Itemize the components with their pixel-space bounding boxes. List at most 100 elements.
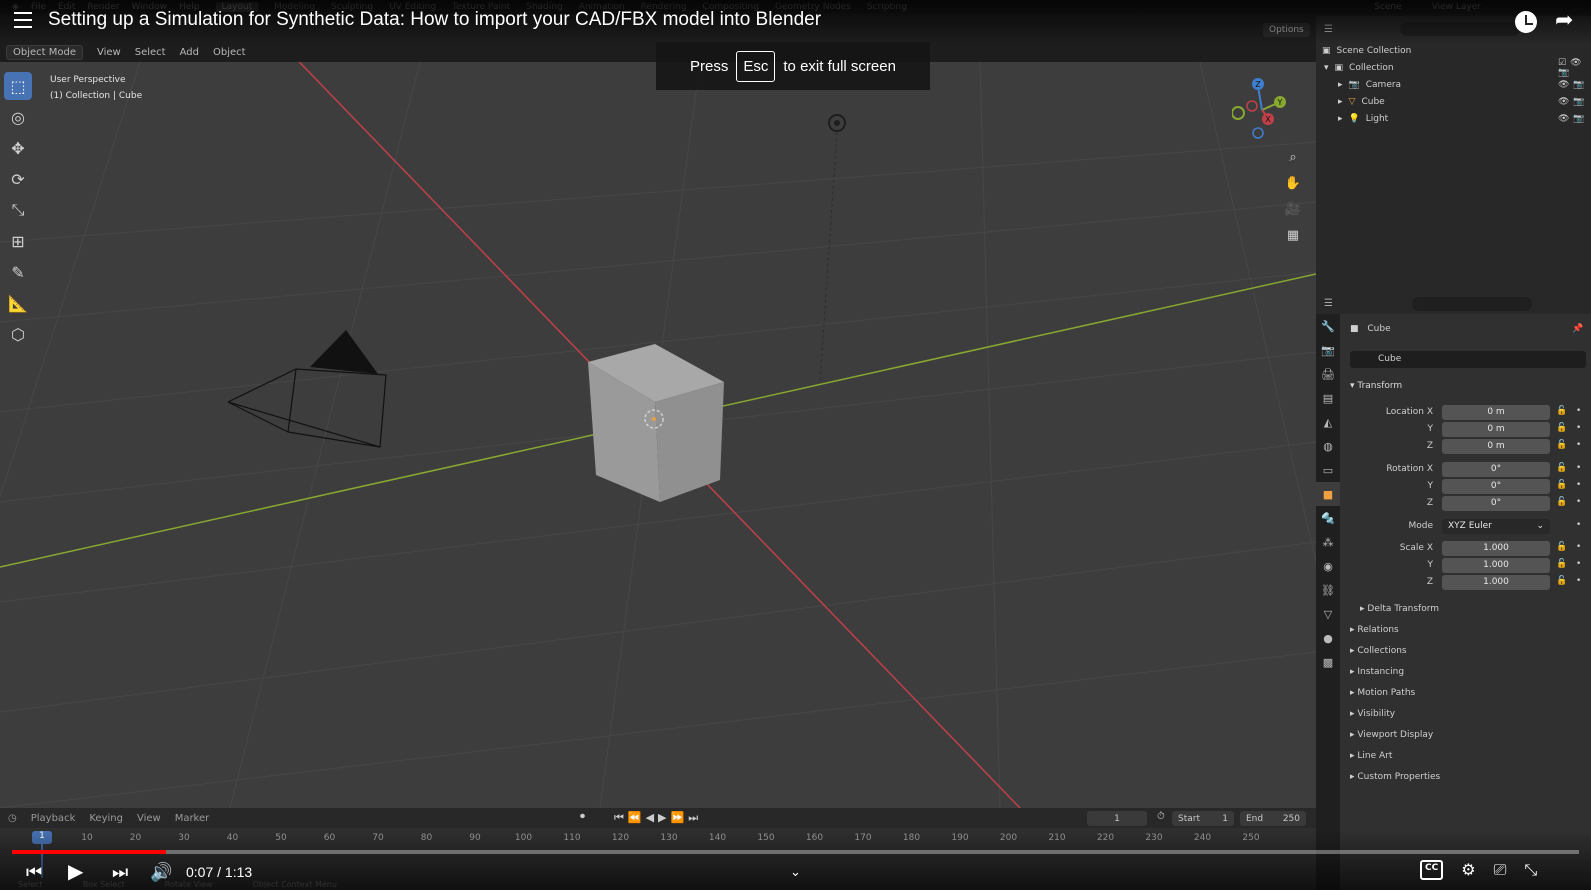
blender-logo-icon[interactable]: ◈ bbox=[12, 2, 19, 12]
keyframe-dot-icon[interactable]: • bbox=[1576, 497, 1581, 507]
properties-editor-type-icon[interactable]: ☰ bbox=[1324, 298, 1333, 309]
settings-gear-icon[interactable]: ⚙ bbox=[1461, 860, 1475, 880]
scene-tab-icon[interactable]: ◭ bbox=[1316, 410, 1340, 434]
rotation-z-field[interactable]: 0° bbox=[1442, 496, 1550, 511]
grid-toggle-icon[interactable]: ▦ bbox=[1284, 228, 1302, 246]
object-name-field[interactable]: Cube bbox=[1350, 351, 1586, 368]
lock-icon[interactable]: 🔓 bbox=[1556, 423, 1567, 433]
keyframe-dot-icon[interactable]: • bbox=[1576, 480, 1581, 490]
stopwatch-icon[interactable]: ⏱ bbox=[1157, 811, 1165, 822]
location-z-field[interactable]: 0 m bbox=[1442, 439, 1550, 454]
transform-panel-header[interactable]: ▾ Transform bbox=[1350, 381, 1402, 391]
viewport-display-panel[interactable]: ▸ Viewport Display bbox=[1350, 730, 1433, 740]
watch-later-clock-icon[interactable] bbox=[1515, 11, 1537, 33]
texture-tab-icon[interactable]: ▩ bbox=[1316, 650, 1340, 674]
end-frame-field[interactable]: End 250 bbox=[1240, 811, 1306, 826]
transform-tool-icon[interactable]: ⊞ bbox=[4, 227, 32, 255]
start-frame-field[interactable]: Start 1 bbox=[1172, 811, 1234, 826]
camera-object[interactable] bbox=[227, 330, 387, 448]
line-art-panel[interactable]: ▸ Line Art bbox=[1350, 751, 1392, 761]
object-tab-icon[interactable]: ■ bbox=[1316, 482, 1340, 506]
light-object[interactable] bbox=[819, 114, 846, 383]
measure-tool-icon[interactable]: 📐 bbox=[4, 289, 32, 317]
viewport-menu-add[interactable]: Add bbox=[180, 47, 199, 58]
expand-chevron-icon[interactable]: ▸ bbox=[1338, 114, 1343, 124]
video-progress-bar[interactable] bbox=[12, 850, 1579, 854]
keyframe-dot-icon[interactable]: • bbox=[1576, 423, 1581, 433]
lock-icon[interactable]: 🔓 bbox=[1556, 463, 1567, 473]
output-tab-icon[interactable]: 🖨 bbox=[1316, 362, 1340, 386]
outliner-editor-type-icon[interactable]: ☰ bbox=[1324, 24, 1333, 35]
timeline-menu-marker[interactable]: Marker bbox=[175, 813, 210, 824]
volume-icon[interactable]: 🔊 bbox=[150, 862, 172, 883]
outliner-cube-row[interactable]: ▸ ▽ Cube 👁📷 bbox=[1316, 93, 1591, 110]
lock-icon[interactable]: 🔓 bbox=[1556, 559, 1567, 569]
keyframe-dot-icon[interactable]: • bbox=[1576, 576, 1581, 586]
keyframe-dot-icon[interactable]: • bbox=[1576, 463, 1581, 473]
expand-chevron-icon[interactable]: ▸ bbox=[1338, 97, 1343, 107]
lock-icon[interactable]: 🔓 bbox=[1556, 406, 1567, 416]
video-title[interactable]: Setting up a Simulation for Synthetic Da… bbox=[48, 9, 821, 31]
modifier-tab-icon[interactable]: 🔩 bbox=[1316, 506, 1340, 530]
keyframe-dot-icon[interactable]: • bbox=[1576, 406, 1581, 416]
outliner-collection-row[interactable]: ▾ ▣ Collection ☑👁📷 bbox=[1316, 58, 1591, 78]
timeline-menu-view[interactable]: View bbox=[137, 813, 161, 824]
keyframe-dot-icon[interactable]: • bbox=[1576, 440, 1581, 450]
previous-video-icon[interactable]: ⏮ bbox=[26, 862, 42, 883]
lock-icon[interactable]: 🔓 bbox=[1556, 480, 1567, 490]
data-tab-icon[interactable]: ▽ bbox=[1316, 602, 1340, 626]
motion-paths-panel[interactable]: ▸ Motion Paths bbox=[1350, 688, 1415, 698]
relations-panel[interactable]: ▸ Relations bbox=[1350, 625, 1399, 635]
particles-tab-icon[interactable]: ⁂ bbox=[1316, 530, 1340, 554]
expand-chevron-icon[interactable]: ▸ bbox=[1338, 80, 1343, 90]
outliner-scene-collection[interactable]: ▣ Scene Collection bbox=[1316, 42, 1591, 59]
hamburger-menu-icon[interactable] bbox=[14, 12, 32, 28]
rotate-tool-icon[interactable]: ⟳ bbox=[4, 165, 32, 193]
keyframe-dot-icon[interactable]: • bbox=[1576, 559, 1581, 569]
move-tool-icon[interactable]: ✥ bbox=[4, 134, 32, 162]
view-layer-selector[interactable]: View Layer bbox=[1432, 2, 1481, 12]
record-keyframe-icon[interactable]: ⏺ bbox=[580, 811, 585, 822]
instancing-panel[interactable]: ▸ Instancing bbox=[1350, 667, 1404, 677]
delta-transform-subpanel[interactable]: ▸ Delta Transform bbox=[1360, 604, 1439, 614]
visibility-toggles[interactable]: ☑👁📷 bbox=[1558, 58, 1591, 78]
scale-tool-icon[interactable]: ⤡ bbox=[4, 196, 32, 224]
keyframe-dot-icon[interactable]: • bbox=[1576, 542, 1581, 552]
3d-viewport[interactable]: User Perspective (1) Collection | Cube bbox=[0, 62, 1316, 808]
visibility-toggles[interactable]: 👁📷 bbox=[1558, 114, 1589, 124]
lock-icon[interactable]: 🔓 bbox=[1556, 497, 1567, 507]
workspace-tab-scripting[interactable]: Scripting bbox=[867, 2, 907, 12]
add-cube-tool-icon[interactable]: ⬡ bbox=[4, 320, 32, 348]
scale-z-field[interactable]: 1.000 bbox=[1442, 575, 1550, 590]
closed-captions-icon[interactable]: CC bbox=[1420, 860, 1444, 880]
exit-fullscreen-icon[interactable]: ⤡ bbox=[1524, 860, 1537, 880]
pin-icon[interactable]: 📌 bbox=[1572, 324, 1583, 334]
playback-controls-icon[interactable]: ⏮⏪◀▶⏩⏭ bbox=[614, 811, 702, 825]
location-y-field[interactable]: 0 m bbox=[1442, 422, 1550, 437]
next-video-icon[interactable]: ⏭ bbox=[112, 862, 128, 883]
viewport-menu-object[interactable]: Object bbox=[213, 47, 246, 58]
tool-tab-icon[interactable]: 🔧 bbox=[1316, 314, 1340, 338]
lock-icon[interactable]: 🔓 bbox=[1556, 440, 1567, 450]
rotation-x-field[interactable]: 0° bbox=[1442, 462, 1550, 477]
pan-hand-icon[interactable]: ✋ bbox=[1284, 176, 1302, 194]
visibility-panel[interactable]: ▸ Visibility bbox=[1350, 709, 1395, 719]
collection-tab-icon[interactable]: ▭ bbox=[1316, 458, 1340, 482]
navigation-gizmo[interactable]: Y Z X bbox=[1231, 76, 1292, 140]
timeline-menu-playback[interactable]: Playback bbox=[31, 813, 76, 824]
outliner-light-row[interactable]: ▸ 💡 Light 👁📷 bbox=[1316, 110, 1591, 127]
world-tab-icon[interactable]: ◍ bbox=[1316, 434, 1340, 458]
viewport-menu-select[interactable]: Select bbox=[135, 47, 166, 58]
timeline-editor-type-icon[interactable]: ◷ bbox=[8, 813, 17, 824]
chevron-down-icon[interactable]: ⌄ bbox=[790, 865, 801, 880]
annotate-tool-icon[interactable]: ✎ bbox=[4, 258, 32, 286]
visibility-toggles[interactable]: 👁📷 bbox=[1558, 97, 1589, 107]
cursor-tool-icon[interactable]: ◎ bbox=[4, 103, 32, 131]
camera-view-icon[interactable]: 🎥 bbox=[1284, 202, 1302, 220]
physics-tab-icon[interactable]: ◉ bbox=[1316, 554, 1340, 578]
properties-search-input[interactable] bbox=[1412, 297, 1532, 311]
timeline-menu-keying[interactable]: Keying bbox=[89, 813, 123, 824]
scale-y-field[interactable]: 1.000 bbox=[1442, 558, 1550, 573]
current-frame-marker[interactable]: 1 bbox=[32, 831, 52, 844]
menu-file[interactable]: File bbox=[31, 2, 46, 12]
